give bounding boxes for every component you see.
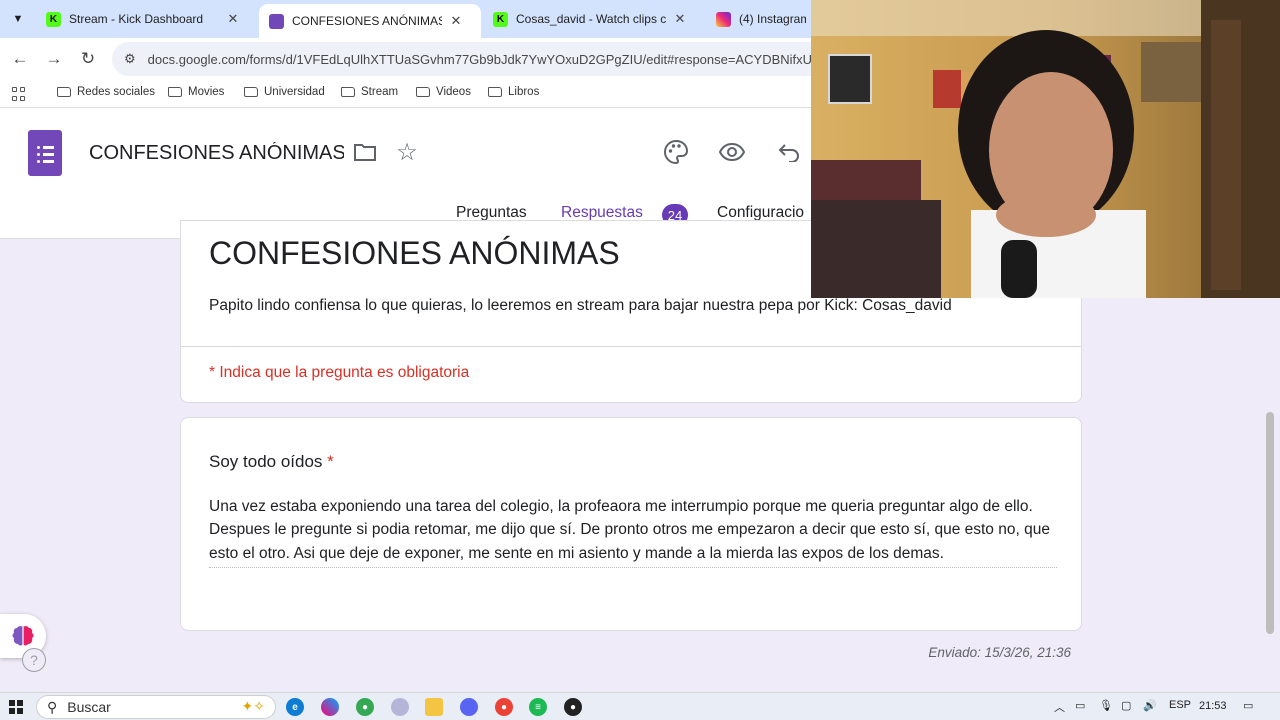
forward-arrow-icon[interactable]: →: [43, 48, 65, 70]
url-text: docs.google.com/forms/d/1VFEdLqUlhXTTUaS…: [147, 51, 831, 67]
kick-icon: K: [493, 11, 508, 27]
microphone-icon[interactable]: 🎙: [1099, 699, 1113, 712]
page-scrollbar[interactable]: [1266, 412, 1274, 634]
divider: [181, 346, 1081, 347]
tab-forms[interactable]: CONFESIONES ANÓNIMAS 2k2 ✕: [259, 4, 481, 38]
forms-icon: [269, 13, 284, 29]
clock[interactable]: 21:53: [1199, 700, 1227, 712]
tab-title: Cosas_david - Watch clips c: [516, 12, 666, 26]
bookmark-label: Redes sociales: [77, 86, 155, 98]
eye-preview-icon[interactable]: [718, 138, 746, 166]
webcam-overlay: [811, 0, 1280, 298]
back-arrow-icon[interactable]: ←: [9, 48, 31, 70]
star-icon[interactable]: ☆: [393, 138, 421, 166]
spotify-icon[interactable]: ≡: [529, 698, 547, 716]
tab-title: (4) Instagram: [739, 12, 806, 26]
taskbar-search[interactable]: ⚲ Buscar ✦✧: [36, 695, 276, 719]
form-description: Papito lindo confiensa lo que quieras, l…: [209, 297, 952, 314]
network-icon[interactable]: ▢: [1121, 699, 1131, 712]
reload-icon[interactable]: ↻: [77, 48, 99, 70]
tab-kick-clips[interactable]: K Cosas_david - Watch clips c ✕: [483, 4, 705, 34]
photos-icon[interactable]: [391, 698, 409, 716]
obs-icon[interactable]: ●: [564, 698, 582, 716]
bookmark-folder[interactable]: Universidad: [244, 86, 325, 98]
question-title-text: Soy todo oídos: [209, 452, 323, 471]
battery-icon[interactable]: ▭: [1075, 699, 1085, 712]
question-title: Soy todo oídos *: [209, 452, 334, 472]
form-title: CONFESIONES ANÓNIMAS: [209, 235, 620, 271]
discord-icon[interactable]: [460, 698, 478, 716]
bookmark-label: Stream: [361, 86, 399, 98]
google-forms-logo-icon[interactable]: [28, 130, 62, 176]
folder-icon: [244, 87, 258, 97]
search-icon: ⚲: [47, 698, 58, 715]
copilot-icon[interactable]: [321, 698, 339, 716]
tab-search-chevron-icon[interactable]: ▼: [6, 7, 30, 31]
tab-kick-dashboard[interactable]: K Stream - Kick Dashboard ✕: [36, 4, 258, 34]
apps-grid-icon[interactable]: [12, 87, 26, 101]
submitted-timestamp: Enviado: 15/3/26, 21:36: [928, 645, 1071, 660]
close-icon[interactable]: ✕: [672, 11, 688, 27]
instagram-icon: [716, 11, 731, 27]
folder-icon: [57, 87, 71, 97]
bookmark-label: Videos: [436, 86, 471, 98]
windows-taskbar: ⚲ Buscar ✦✧ e ● ● ≡ ● ︿ ▭ 🎙 ▢ 🔊 ESP 21:5…: [0, 692, 1280, 720]
tab-title: Stream - Kick Dashboard: [69, 12, 204, 26]
move-to-folder-icon[interactable]: [351, 138, 379, 166]
required-asterisk: *: [327, 452, 334, 471]
undo-icon[interactable]: [775, 138, 803, 166]
notifications-icon[interactable]: ▭: [1243, 699, 1253, 712]
chrome-icon[interactable]: ●: [356, 698, 374, 716]
search-label: Buscar: [67, 699, 111, 715]
language-indicator[interactable]: ESP: [1169, 699, 1191, 711]
answer-text: Una vez estaba exponiendo una tarea del …: [209, 495, 1057, 568]
copilot-sparkle-icon: ✦✧: [241, 698, 265, 714]
close-icon[interactable]: ✕: [448, 13, 464, 29]
kick-icon: K: [46, 11, 61, 27]
bookmark-folder[interactable]: Videos: [416, 86, 471, 98]
help-icon[interactable]: ?: [22, 648, 46, 672]
tab-instagram[interactable]: (4) Instagram: [706, 4, 816, 34]
file-explorer-icon[interactable]: [425, 698, 443, 716]
palette-icon[interactable]: [662, 138, 690, 166]
address-bar[interactable]: ⚙ docs.google.com/forms/d/1VFEdLqUlhXTTU…: [112, 42, 832, 76]
folder-icon: [341, 87, 355, 97]
close-icon[interactable]: ✕: [225, 11, 241, 27]
volume-icon[interactable]: 🔊: [1143, 699, 1157, 712]
question-card: Soy todo oídos * Una vez estaba exponien…: [180, 417, 1082, 631]
bookmark-label: Universidad: [264, 86, 325, 98]
chrome-active-icon[interactable]: ●: [495, 698, 513, 716]
bookmark-folder[interactable]: Movies: [168, 86, 224, 98]
folder-icon: [416, 87, 430, 97]
site-settings-icon[interactable]: ⚙: [124, 51, 136, 67]
bookmark-folder[interactable]: Redes sociales: [57, 86, 155, 98]
bookmark-label: Movies: [188, 86, 225, 98]
required-note: * Indica que la pregunta es obligatoria: [209, 364, 470, 381]
bookmark-folder[interactable]: Stream: [341, 86, 398, 98]
bookmark-folder[interactable]: Libros: [488, 86, 539, 98]
bookmark-label: Libros: [508, 86, 540, 98]
folder-icon: [168, 87, 182, 97]
windows-start-icon[interactable]: [9, 700, 23, 714]
folder-icon: [488, 87, 502, 97]
chevron-up-icon[interactable]: ︿: [1054, 699, 1065, 715]
edge-icon[interactable]: e: [286, 698, 304, 716]
tab-title: CONFESIONES ANÓNIMAS 2k2: [292, 14, 442, 28]
form-document-title[interactable]: CONFESIONES ANÓNIMAS: [89, 142, 344, 165]
